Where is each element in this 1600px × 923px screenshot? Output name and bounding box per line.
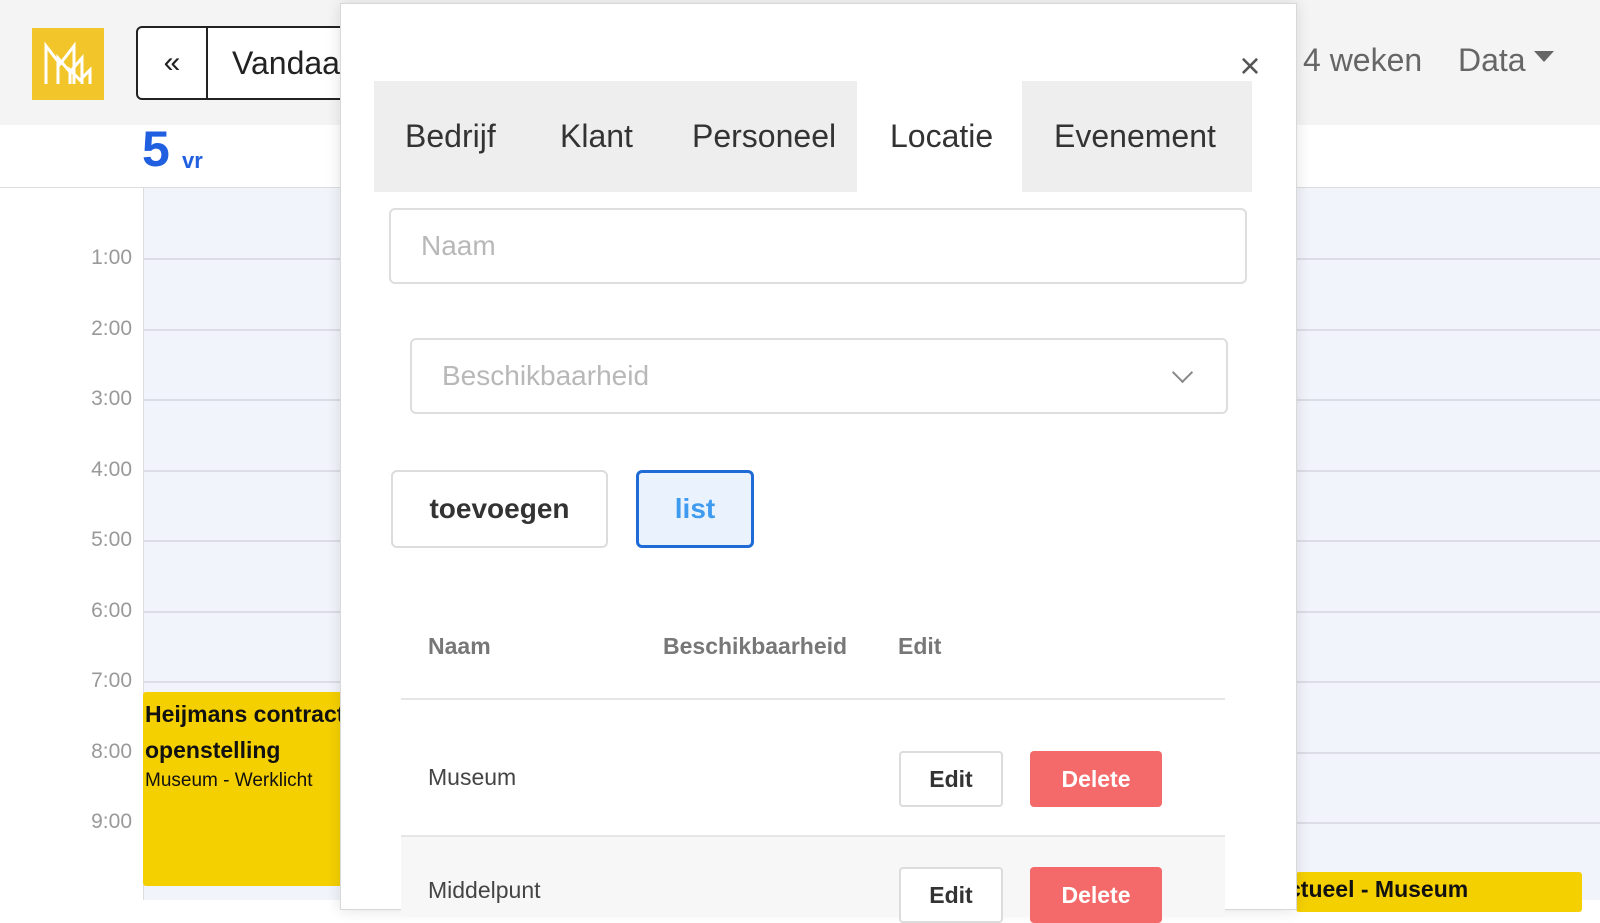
event-subtitle: Museum - Werklicht <box>145 770 313 791</box>
hour-label: 1:00 <box>91 246 132 269</box>
event-title-line1: Heijmans contract <box>145 701 343 727</box>
hour-label: 2:00 <box>91 317 132 340</box>
hour-label: 3:00 <box>91 387 132 410</box>
hour-label: 6:00 <box>91 599 132 622</box>
calendar-event[interactable]: Heijmans contract openstelling Museum - … <box>143 692 343 886</box>
chevron-down-icon <box>1171 361 1194 383</box>
tab-personeel[interactable]: Personeel <box>668 81 857 192</box>
previous-button[interactable]: « <box>138 28 208 98</box>
table-row: Middelpunt Edit Delete <box>401 837 1225 923</box>
hour-label: 7:00 <box>91 669 132 692</box>
event-title: ctueel - Museum <box>1296 876 1469 902</box>
delete-button[interactable]: Delete <box>1030 867 1162 923</box>
hour-label: 8:00 <box>91 740 132 763</box>
today-button[interactable]: Vandaag <box>208 28 358 98</box>
column-header-beschikbaarheid: Beschikbaarheid <box>663 633 848 659</box>
hour-label: 9:00 <box>91 810 132 833</box>
list-button[interactable]: list <box>636 470 754 548</box>
tab-locatie[interactable]: Locatie <box>857 81 1022 192</box>
edit-button[interactable]: Edit <box>899 751 1003 807</box>
naam-input[interactable] <box>389 208 1247 284</box>
beschikbaarheid-select[interactable]: Beschikbaarheid <box>410 338 1228 414</box>
app-logo[interactable] <box>32 28 104 100</box>
logo-icon <box>44 41 92 84</box>
event-title-line2: openstelling <box>145 737 281 763</box>
caret-down-icon <box>1533 51 1554 62</box>
day-number[interactable]: 5 <box>142 120 170 178</box>
data-dropdown-label: Data <box>1458 42 1526 78</box>
row-naam: Museum <box>428 764 517 790</box>
header-divider <box>401 698 1225 700</box>
modal-tabs: Bedrijf Klant Personeel Locatie Evenemen… <box>374 81 1262 192</box>
edit-button[interactable]: Edit <box>899 867 1003 923</box>
view-4-weeks-button[interactable]: 4 weken <box>1303 42 1422 79</box>
day-name: vr <box>182 148 203 173</box>
column-header-edit: Edit <box>898 633 942 659</box>
data-dropdown[interactable]: Data <box>1458 42 1554 79</box>
hour-label: 5:00 <box>91 528 132 551</box>
entity-modal: × Bedrijf Klant Personeel Locatie Evenem… <box>340 3 1297 923</box>
toevoegen-button[interactable]: toevoegen <box>391 470 608 548</box>
hour-label: 4:00 <box>91 458 132 481</box>
delete-button[interactable]: Delete <box>1030 751 1162 807</box>
column-header-naam: Naam <box>428 633 491 659</box>
calendar-event[interactable]: ctueel - Museum <box>1296 872 1582 912</box>
beschikbaarheid-placeholder: Beschikbaarheid <box>442 360 650 391</box>
tab-klant[interactable]: Klant <box>530 81 668 192</box>
tab-bedrijf[interactable]: Bedrijf <box>374 81 530 192</box>
tab-evenement[interactable]: Evenement <box>1022 81 1252 192</box>
